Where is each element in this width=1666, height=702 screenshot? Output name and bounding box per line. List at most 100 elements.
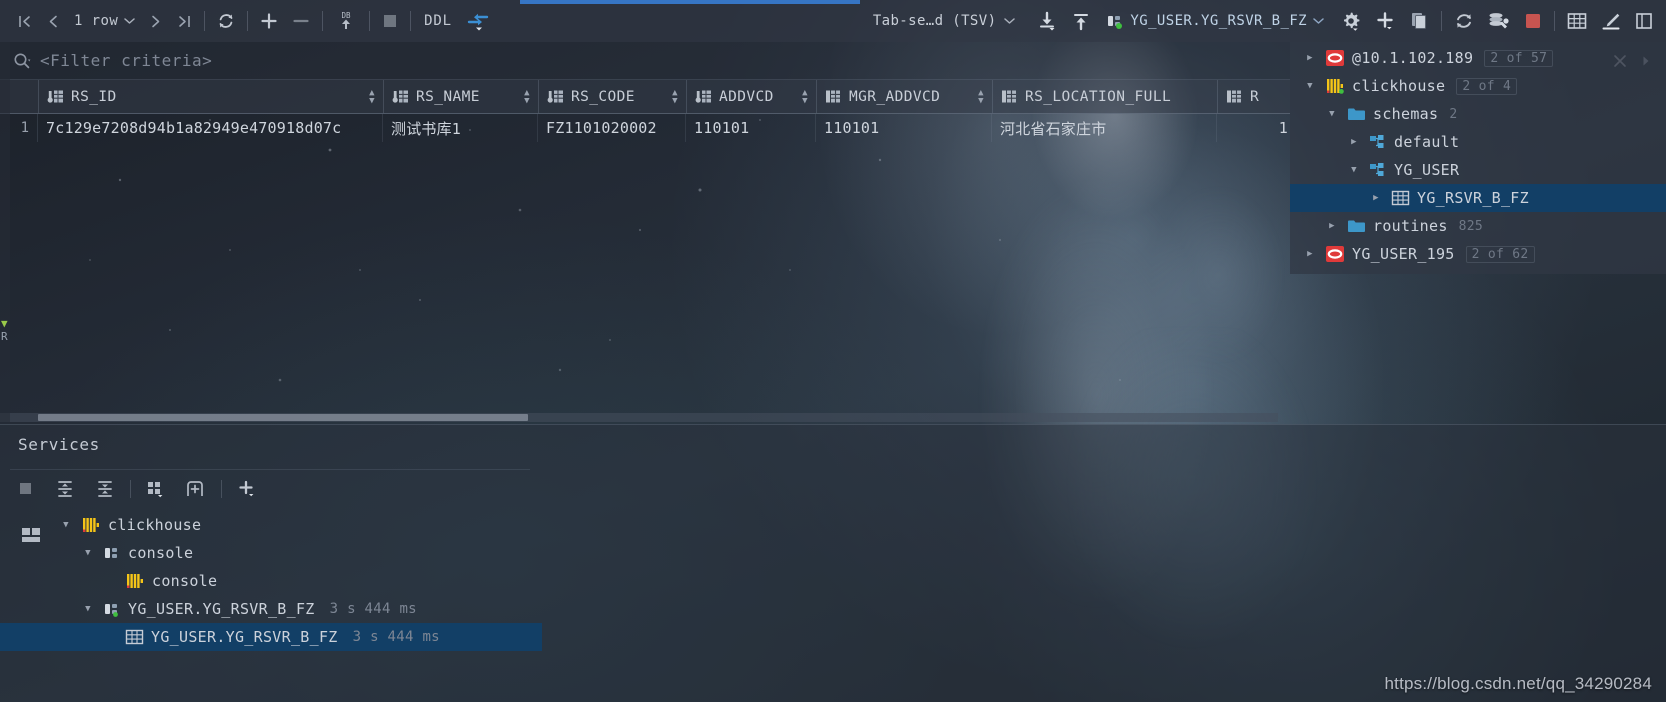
export-data-button[interactable]	[1030, 0, 1064, 42]
grid-icon	[1567, 13, 1587, 29]
column-header-label: RS_ID	[71, 88, 117, 105]
cancel-query-button[interactable]	[375, 0, 405, 42]
tree-item-badge: 2 of 62	[1465, 245, 1535, 263]
cell-truncated[interactable]: 1	[1217, 114, 1290, 142]
chevron-right-icon	[152, 15, 160, 27]
services-item-console-group[interactable]: ▼ console	[50, 539, 542, 567]
connection-selector[interactable]: YG_USER.YG_RSVR_B_FZ	[1106, 13, 1324, 29]
cell-rs-name[interactable]: 测试书库1	[383, 114, 538, 142]
compare-button[interactable]	[460, 0, 496, 42]
column-header-addvcd[interactable]: ADDVCD ▲ ▼	[687, 80, 817, 113]
tree-item-label: routines	[1373, 217, 1448, 235]
expand-arrow[interactable]: ▶	[1302, 249, 1318, 259]
expand-arrow[interactable]: ▶	[1368, 193, 1384, 203]
build-button[interactable]	[1481, 0, 1517, 42]
expand-all-button[interactable]	[50, 474, 80, 504]
column-header-label: RS_LOCATION_FULL	[1025, 88, 1172, 105]
tree-item-clickhouse[interactable]: ▼ clickhouse 2 of 4	[1290, 72, 1666, 100]
services-item-console[interactable]: ▶ console	[50, 567, 542, 595]
services-item-label: console	[128, 544, 194, 562]
next-page-button[interactable]	[141, 0, 170, 42]
collapse-all-icon	[98, 480, 112, 497]
column-header-rs-code[interactable]: RS_CODE ▲ ▼	[539, 80, 687, 113]
collapse-all-button[interactable]	[90, 474, 120, 504]
cell-rs-code[interactable]: FZ1101020002	[538, 114, 686, 142]
edit-button[interactable]	[1594, 0, 1628, 42]
filter-input[interactable]: <Filter criteria>	[40, 51, 212, 70]
collapse-arrow[interactable]: ▼	[1346, 165, 1362, 175]
tree-item-schemas[interactable]: ▼ schemas 2	[1290, 100, 1666, 128]
add-row-button[interactable]	[253, 0, 285, 42]
tree-item-yg-user-schema[interactable]: ▼ YG_USER	[1290, 156, 1666, 184]
services-item-clickhouse[interactable]: ▼ clickhouse	[50, 511, 542, 539]
expand-arrow[interactable]: ▶	[1324, 221, 1340, 231]
column-header-truncated[interactable]: R	[1218, 80, 1290, 113]
expand-arrow[interactable]: ▶	[1302, 53, 1318, 63]
group-button[interactable]	[141, 474, 171, 504]
settings-button[interactable]	[1334, 0, 1368, 42]
tree-item-datasource-2[interactable]: ▶ YG_USER_195 2 of 62	[1290, 240, 1666, 268]
collapse-arrow[interactable]: ▼	[80, 548, 96, 558]
schema-icon	[1370, 135, 1384, 148]
cell-rs-location-full[interactable]: 河北省石家庄市	[992, 114, 1217, 142]
panel-button[interactable]	[1628, 0, 1660, 42]
tree-item-routines[interactable]: ▶ routines 825	[1290, 212, 1666, 240]
first-page-button[interactable]	[10, 0, 39, 42]
tree-item-datasource-1[interactable]: ▶ @10.1.102.189 2 of 57	[1290, 44, 1666, 72]
sync-icon	[1457, 14, 1471, 28]
table-row[interactable]: 1 7c129e7208d94b1a82949e470918d07c 测试书库1…	[0, 114, 1290, 142]
tree-item-default-schema[interactable]: ▶ default	[1290, 128, 1666, 156]
import-data-button[interactable]	[1064, 0, 1098, 42]
services-side-rail[interactable]	[10, 519, 52, 702]
prev-page-button[interactable]	[39, 0, 68, 42]
output-format-selector[interactable]: Tab-se…d (TSV)	[873, 13, 997, 29]
toolbar-separator	[204, 11, 206, 31]
column-header-mgr-addvcd[interactable]: MGR_ADDVCD ▲ ▼	[817, 80, 993, 113]
sort-indicator[interactable]: ▲ ▼	[369, 88, 375, 105]
services-stop-button[interactable]	[10, 474, 40, 504]
column-header-rs-name[interactable]: RS_NAME ▲ ▼	[384, 80, 539, 113]
cell-mgr-addvcd[interactable]: 110101	[816, 114, 992, 142]
collapse-arrow[interactable]: ▼	[80, 604, 96, 614]
ddl-button[interactable]: DDL	[416, 13, 460, 29]
row-count-selector[interactable]: 1 row	[68, 13, 141, 29]
sort-indicator[interactable]: ▲ ▼	[524, 88, 530, 105]
services-item-label: YG_USER.YG_RSVR_B_FZ	[151, 628, 338, 646]
services-item-query-group[interactable]: ▼ YG_USER.YG_RSVR_B_FZ 3 s 444 ms	[50, 595, 542, 623]
layout-icon	[187, 480, 203, 496]
expand-arrow[interactable]: ▶	[1346, 137, 1362, 147]
grid-scrollbar-thumb[interactable]	[38, 414, 528, 421]
collapse-arrow[interactable]: ▼	[1324, 109, 1340, 119]
column-key-icon	[392, 90, 408, 103]
delete-row-button[interactable]	[285, 0, 317, 42]
sort-indicator[interactable]: ▲ ▼	[978, 88, 984, 105]
services-item-query-result[interactable]: ▶ YG_USER.YG_RSVR_B_FZ 3 s 444 ms	[0, 623, 542, 651]
minus-icon	[293, 19, 309, 23]
layout-button[interactable]	[181, 474, 211, 504]
services-add-button[interactable]	[232, 474, 262, 504]
new-button[interactable]	[1368, 0, 1402, 42]
services-item-label: console	[152, 572, 218, 590]
column-header-rs-id[interactable]: RS_ID ▲ ▼	[39, 80, 384, 113]
copy-button[interactable]	[1402, 0, 1436, 42]
cell-addvcd[interactable]: 110101	[686, 114, 816, 142]
last-page-button[interactable]	[170, 0, 199, 42]
sort-indicator[interactable]: ▲ ▼	[672, 88, 678, 105]
row-count-label: 1 row	[74, 13, 119, 29]
collapse-arrow[interactable]: ▼	[1302, 81, 1318, 91]
filter-bar[interactable]: <Filter criteria>	[0, 42, 1290, 80]
submit-to-database-button[interactable]: DB	[328, 0, 364, 42]
stop-red-button[interactable]	[1517, 0, 1549, 42]
sync-button[interactable]	[1447, 0, 1481, 42]
output-format-chevron[interactable]	[996, 0, 1022, 42]
reload-button[interactable]	[210, 0, 242, 42]
tree-item-yg-rsvr-b-fz-table[interactable]: ▶ YG_RSVR_B_FZ	[1290, 184, 1666, 212]
column-header-rs-location-full[interactable]: RS_LOCATION_FULL	[993, 80, 1218, 113]
build-icon	[1489, 13, 1509, 29]
services-item-duration: 3 s 444 ms	[329, 601, 417, 617]
sort-indicator[interactable]: ▲ ▼	[802, 88, 808, 105]
cell-rs-id[interactable]: 7c129e7208d94b1a82949e470918d07c	[38, 114, 383, 142]
collapse-arrow[interactable]: ▼	[58, 520, 74, 530]
column-header-label: R	[1250, 88, 1260, 105]
grid-view-button[interactable]	[1560, 0, 1594, 42]
